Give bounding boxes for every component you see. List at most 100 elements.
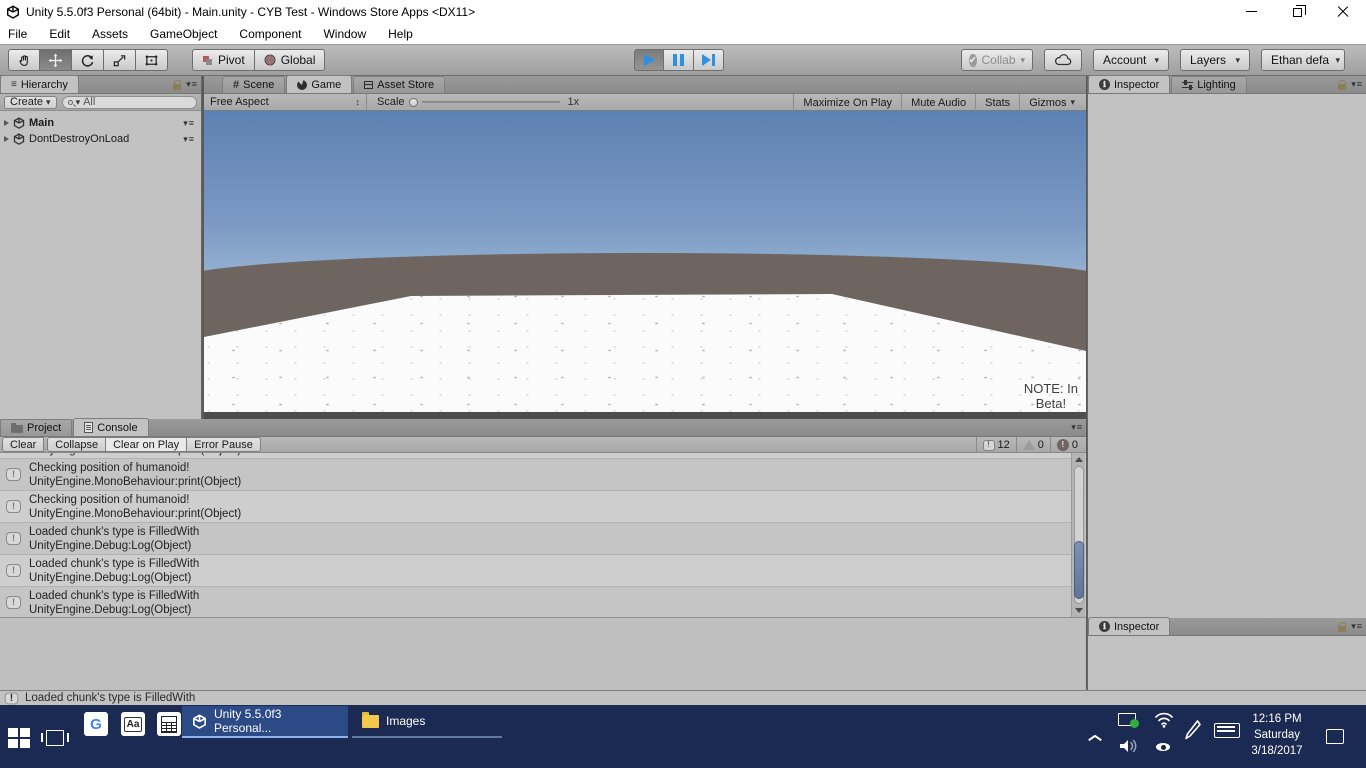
hand-icon (17, 53, 32, 68)
wifi-icon[interactable] (1154, 710, 1174, 730)
scene-menu-icon[interactable] (183, 134, 195, 145)
hierarchy-item-main[interactable]: Main (0, 115, 201, 131)
pane-menu-icon[interactable] (1351, 621, 1363, 632)
expand-arrow-icon[interactable] (4, 136, 9, 142)
tab-project[interactable]: Project (0, 419, 72, 436)
log-info-icon (6, 564, 21, 577)
maximize-on-play-button[interactable]: Maximize On Play (793, 94, 901, 111)
stats-button[interactable]: Stats (975, 94, 1019, 111)
keyboard-icon[interactable] (1214, 723, 1240, 738)
scroll-up-icon[interactable] (1075, 457, 1083, 462)
scrollbar-thumb[interactable] (1074, 541, 1084, 599)
pen-icon[interactable] (1184, 719, 1202, 741)
unity-task-button[interactable]: Unity 5.5.0f3 Personal... (182, 706, 348, 738)
tab-lighting[interactable]: Lighting (1171, 76, 1247, 93)
lock-icon[interactable] (173, 84, 181, 90)
cloud-button[interactable] (1044, 49, 1082, 71)
tray-chevron-icon[interactable] (1088, 733, 1098, 739)
log-entry[interactable]: Checking position of humanoid!UnityEngin… (0, 459, 1086, 491)
hierarchy-item-dontdestroyonload[interactable]: DontDestroyOnLoad (0, 131, 201, 147)
close-button[interactable] (1320, 0, 1366, 23)
menu-gameobject[interactable]: GameObject (150, 27, 217, 41)
lock-icon[interactable] (1338, 84, 1346, 90)
asset-store-icon (364, 81, 373, 89)
rotate-tool-button[interactable] (72, 49, 104, 71)
restore-button[interactable] (1274, 0, 1320, 23)
tab-console[interactable]: Console (73, 418, 148, 436)
expand-arrow-icon[interactable] (4, 120, 9, 126)
pane-menu-icon[interactable] (1071, 422, 1083, 433)
step-button[interactable] (694, 49, 724, 71)
clear-on-play-button[interactable]: Clear on Play (106, 437, 187, 452)
calculator-taskbar-button[interactable] (157, 712, 181, 736)
error-count-toggle[interactable]: 0 (1050, 437, 1084, 453)
unity-scene-icon (13, 117, 25, 129)
pane-menu-icon[interactable] (186, 79, 198, 90)
images-task-button[interactable]: Images (352, 706, 502, 738)
menu-file[interactable]: File (8, 27, 27, 41)
create-button[interactable]: Create ▾ (4, 96, 57, 109)
scale-slider-track[interactable] (422, 101, 560, 103)
move-tool-button[interactable] (40, 49, 72, 71)
menu-edit[interactable]: Edit (49, 27, 70, 41)
aspect-popup-icon (356, 97, 361, 107)
collab-button[interactable]: Collab ▾ (961, 49, 1033, 71)
gizmos-dropdown[interactable]: Gizmos ▾ (1019, 94, 1084, 111)
layout-dropdown[interactable]: Ethan defa ▾ (1261, 49, 1345, 71)
mute-audio-button[interactable]: Mute Audio (901, 94, 975, 111)
log-entry[interactable]: Loaded chunk's type is FilledWithUnityEn… (0, 587, 1086, 617)
volume-icon[interactable] (1118, 738, 1138, 754)
hierarchy-search-input[interactable]: ▾ All (62, 96, 197, 109)
menu-assets[interactable]: Assets (92, 27, 128, 41)
global-toggle-button[interactable]: Global (255, 49, 326, 71)
clear-button[interactable]: Clear (2, 437, 44, 452)
display-tray-icon[interactable] (1118, 713, 1136, 726)
log-entry[interactable]: Loaded chunk's type is FilledWithUnityEn… (0, 523, 1086, 555)
calculator-icon (161, 716, 177, 733)
menu-help[interactable]: Help (388, 27, 413, 41)
dictionary-taskbar-button[interactable]: Aa (121, 712, 145, 736)
rect-tool-button[interactable] (136, 49, 168, 71)
log-entry[interactable]: Loaded chunk's type is FilledWithUnityEn… (0, 555, 1086, 587)
tab-inspector[interactable]: Inspector (1088, 75, 1170, 93)
panel-splitter[interactable] (204, 412, 1086, 419)
project-folder-icon (11, 425, 23, 433)
scale-slider-knob[interactable] (409, 98, 418, 107)
play-button[interactable] (634, 49, 664, 71)
layers-dropdown[interactable]: Layers ▾ (1180, 49, 1250, 71)
scroll-down-icon[interactable] (1075, 608, 1083, 613)
task-view-button[interactable] (46, 730, 64, 746)
minimize-button[interactable] (1228, 0, 1274, 23)
stats-label: Stats (985, 97, 1010, 109)
menu-window[interactable]: Window (323, 27, 366, 41)
tab-inspector-secondary[interactable]: Inspector (1088, 617, 1170, 635)
error-pause-button[interactable]: Error Pause (187, 437, 261, 452)
warning-count-toggle[interactable]: 0 (1016, 437, 1050, 453)
taskbar-clock[interactable]: 12:16 PM Saturday 3/18/2017 (1242, 711, 1312, 759)
start-button[interactable] (8, 728, 32, 750)
log-info-icon (6, 500, 21, 513)
game-tab-label: Game (311, 79, 341, 91)
pause-button[interactable] (664, 49, 694, 71)
tab-scene[interactable]: Scene (222, 76, 285, 93)
collapse-button[interactable]: Collapse (47, 437, 106, 452)
lock-icon[interactable] (1338, 626, 1346, 632)
aspect-dropdown[interactable]: Free Aspect (204, 94, 367, 110)
tab-game[interactable]: Game (286, 75, 352, 93)
message-count-toggle[interactable]: 12 (976, 437, 1016, 453)
scene-menu-icon[interactable] (183, 118, 195, 129)
scale-tool-button[interactable] (104, 49, 136, 71)
game-viewport[interactable]: NOTE: In Beta! (204, 111, 1086, 412)
hand-tool-button[interactable] (8, 49, 40, 71)
menu-component[interactable]: Component (239, 27, 301, 41)
status-bar[interactable]: Loaded chunk's type is FilledWith (0, 690, 1366, 705)
tab-asset-store[interactable]: Asset Store (353, 76, 445, 93)
chrome-taskbar-button[interactable]: G (84, 712, 108, 736)
log-entry[interactable]: Checking position of humanoid!UnityEngin… (0, 491, 1086, 523)
tab-hierarchy[interactable]: Hierarchy (0, 75, 79, 93)
console-scrollbar[interactable] (1071, 453, 1085, 617)
account-dropdown[interactable]: Account ▾ (1093, 49, 1169, 71)
pivot-toggle-button[interactable]: Pivot (192, 49, 255, 71)
pane-menu-icon[interactable] (1351, 79, 1363, 90)
action-center-icon[interactable] (1326, 729, 1344, 744)
